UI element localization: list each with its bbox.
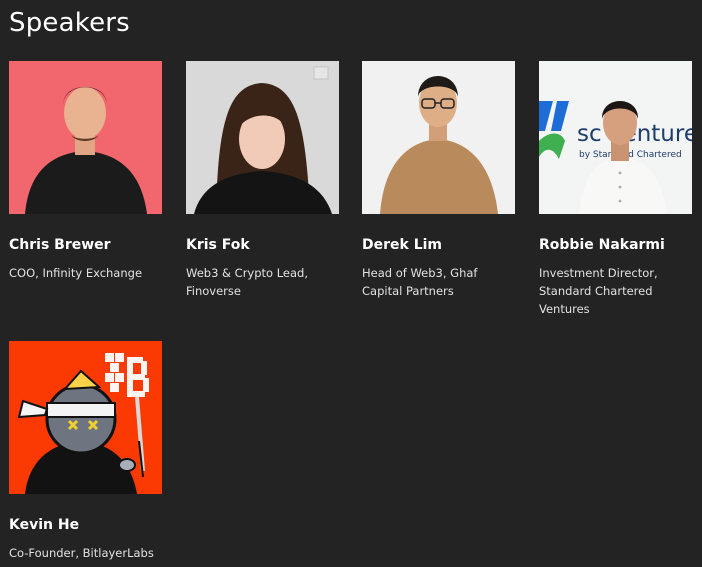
speaker-role: Head of Web3, Ghaf Capital Partners xyxy=(362,266,478,298)
speaker-role: Co-Founder, BitlayerLabs xyxy=(9,546,154,560)
speaker-photo-image xyxy=(362,61,515,214)
speaker-photo-image xyxy=(186,61,339,214)
speaker-photo-image: sc ventures by Standard Chartered xyxy=(539,61,692,214)
speaker-photo-chris-brewer[interactable] xyxy=(9,61,162,214)
speaker-name[interactable]: Robbie Nakarmi xyxy=(539,237,665,253)
speaker-photo-kevin-he[interactable] xyxy=(9,341,162,494)
sc-ventures-backdrop-subtext: by Standard Chartered xyxy=(579,150,682,160)
speaker-photo-image xyxy=(9,341,162,494)
speaker-role: Investment Director, Standard Chartered … xyxy=(539,266,658,316)
speaker-name[interactable]: Derek Lim xyxy=(362,237,442,253)
speaker-photo-image xyxy=(9,61,162,214)
speaker-photo-kris-fok[interactable] xyxy=(186,61,339,214)
speaker-name[interactable]: Kevin He xyxy=(9,517,79,533)
speaker-photo-derek-lim[interactable] xyxy=(362,61,515,214)
speaker-photo-robbie-nakarmi[interactable]: sc ventures by Standard Chartered xyxy=(539,61,692,214)
speaker-name[interactable]: Kris Fok xyxy=(186,237,250,253)
page-title: Speakers xyxy=(9,8,130,38)
speaker-name[interactable]: Chris Brewer xyxy=(9,237,111,253)
speaker-role: COO, Infinity Exchange xyxy=(9,266,143,280)
speaker-role: Web3 & Crypto Lead, Finoverse xyxy=(186,266,309,298)
